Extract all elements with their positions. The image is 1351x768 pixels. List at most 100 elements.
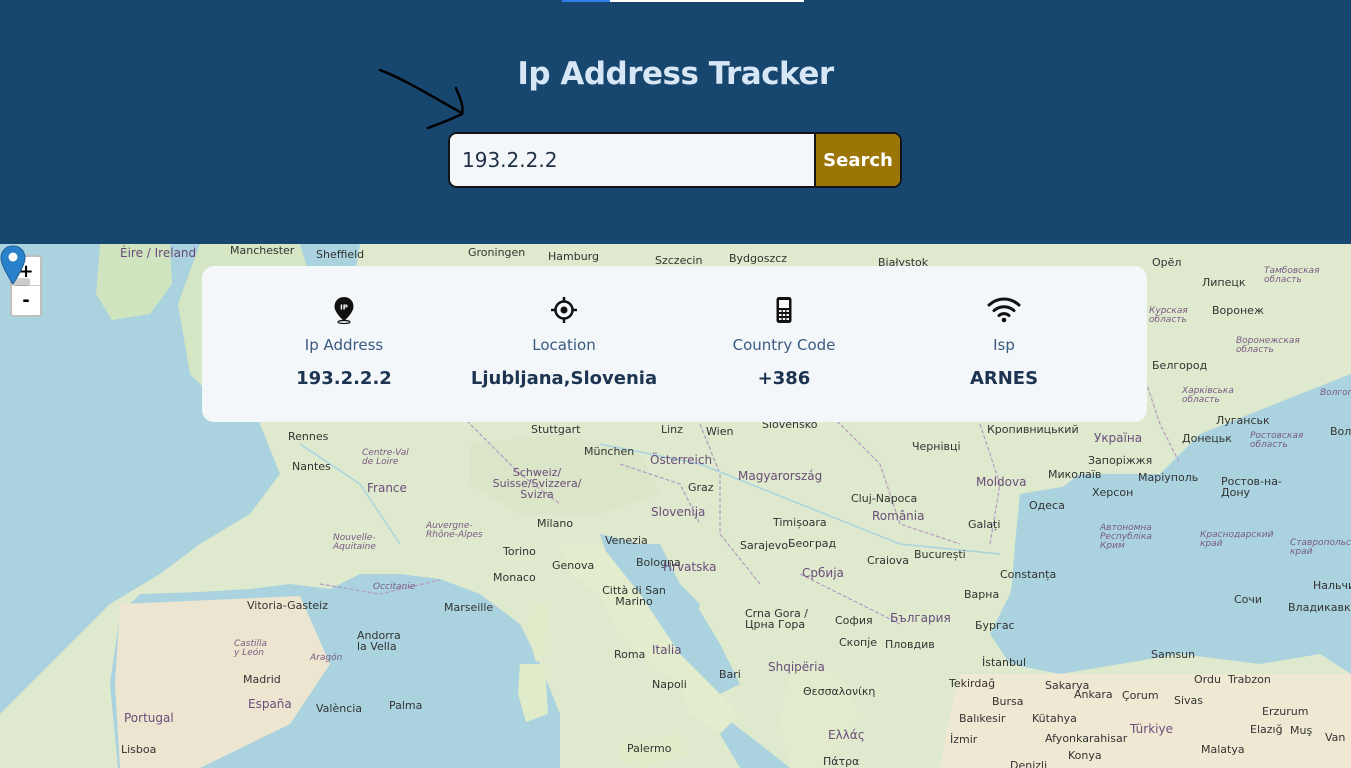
- map-label: Manchester: [230, 244, 295, 257]
- ip-search-input[interactable]: [450, 134, 814, 186]
- map-label: Genova: [552, 559, 595, 572]
- map-label: Bari: [719, 668, 741, 681]
- map-label: Орёл: [1152, 256, 1182, 269]
- zoom-out-button[interactable]: -: [12, 286, 40, 315]
- info-item-location: Location Ljubljana,Slovenia: [454, 266, 674, 422]
- map-label: România: [872, 509, 925, 523]
- map-label: Galați: [968, 518, 1001, 531]
- map-label: Trabzon: [1228, 673, 1271, 686]
- map-label: Владикавказ: [1288, 601, 1351, 614]
- info-label: Location: [532, 336, 596, 354]
- map-label: Београд: [788, 537, 837, 550]
- map-label: Graz: [688, 481, 714, 494]
- info-value: +386: [757, 368, 811, 389]
- map-label: Schweiz/ Suisse/Svizzera/ Svizra: [492, 466, 582, 501]
- map-label: Θεσσαλονίκη: [803, 685, 876, 698]
- map-label: Nantes: [292, 460, 331, 473]
- map-label: Vitoria-Gasteiz: [247, 599, 328, 612]
- map-label: Afyonkarahisar: [1045, 732, 1128, 745]
- crosshair-icon: [454, 296, 674, 324]
- map-label: Türkiye: [1130, 722, 1173, 736]
- map-label: Timișoara: [773, 516, 827, 529]
- map-label: Sheffield: [316, 248, 365, 261]
- map-label: Elazığ: [1250, 723, 1283, 736]
- map-label: București: [914, 548, 966, 561]
- map-label: Харківська область: [1182, 386, 1234, 405]
- map-label: Sivas: [1174, 694, 1204, 707]
- map-label: Воронежская область: [1236, 336, 1300, 355]
- map-label: Ordu: [1194, 673, 1221, 686]
- map-label: Автономна Республіка Крим: [1100, 523, 1152, 551]
- map-label: Белгород: [1152, 359, 1208, 372]
- map-label: Çorum: [1122, 689, 1159, 702]
- map-label: Тамбовская область: [1264, 266, 1320, 285]
- map-label: Україна: [1094, 431, 1143, 445]
- map-label: Wien: [706, 425, 734, 438]
- map-label: Чернівці: [912, 440, 961, 453]
- map-label: Castilla y León: [234, 639, 268, 658]
- map-label: Aragón: [310, 653, 343, 663]
- map-label: Rennes: [288, 430, 329, 443]
- map-label: Éire / Ireland: [120, 246, 197, 260]
- map-label: Konya: [1068, 749, 1102, 762]
- map-label: Marseille: [444, 601, 494, 614]
- map-label: Linz: [661, 423, 683, 436]
- top-strip-accent: [562, 0, 610, 2]
- map-label: Ελλάς: [828, 728, 865, 742]
- location-marker-icon[interactable]: [0, 244, 30, 288]
- map-label: Пловдив: [885, 638, 935, 651]
- map-label: София: [835, 614, 873, 627]
- map-label: Ankara: [1074, 688, 1113, 701]
- map-label: Monaco: [493, 571, 536, 584]
- map-label: Malatya: [1201, 743, 1245, 756]
- map-label: France: [367, 481, 407, 495]
- map-label: Muş: [1290, 724, 1313, 737]
- map-label: Samsun: [1151, 648, 1196, 661]
- map-label: Волгоградская: [1320, 388, 1351, 398]
- map-label: Сочи: [1234, 593, 1263, 606]
- map-label: Запоріжжя: [1088, 454, 1153, 467]
- map-label: Venezia: [605, 534, 648, 547]
- map-label: Andorra la Vella: [357, 629, 401, 653]
- map-label: Миколаїв: [1048, 468, 1102, 481]
- map-label: Tekirdağ: [949, 677, 996, 690]
- map-label: Скопје: [839, 636, 878, 649]
- map-label: Краснодарский край: [1200, 530, 1274, 549]
- map-label: Вол: [1330, 425, 1351, 438]
- info-value: ARNES: [969, 368, 1039, 389]
- map-label: İzmir: [950, 733, 978, 746]
- map-label: Österreich: [650, 453, 713, 467]
- search-button[interactable]: Search: [814, 134, 900, 186]
- map-label: Πάτρα: [823, 755, 860, 768]
- map-label: Нальчик: [1313, 579, 1351, 592]
- map-label: Ростовская область: [1250, 431, 1304, 450]
- map-label: Torino: [503, 545, 536, 558]
- map-label: Донецьк: [1182, 432, 1232, 445]
- map-label: Бургас: [975, 619, 1015, 632]
- map-label: Slovenija: [651, 505, 706, 519]
- map-label: Херсон: [1092, 486, 1134, 499]
- arrow-doodle-icon: [378, 68, 464, 130]
- info-item-isp: Isp ARNES: [894, 266, 1114, 422]
- map-label: Ставропольский край: [1290, 538, 1351, 557]
- map-label: Bursa: [992, 695, 1024, 708]
- top-strip-light: [610, 0, 804, 2]
- map-label: València: [316, 702, 363, 715]
- map-label: Луганськ: [1216, 414, 1270, 427]
- map-label: Auvergne-Rhône-Alpes: [426, 521, 483, 540]
- page-title: Ip Address Tracker: [517, 56, 834, 92]
- info-value: 193.2.2.2: [296, 368, 392, 389]
- map-label: Crna Gora / Црна Гора: [745, 607, 808, 631]
- map-label: Sarajevo: [740, 539, 789, 552]
- info-value: Ljubljana,Slovenia: [470, 368, 658, 389]
- map-label: Ростов-на-Дону: [1221, 475, 1282, 499]
- phone-icon: [674, 296, 894, 324]
- map-label: Cluj-Napoca: [851, 492, 918, 505]
- map-label: Stuttgart: [531, 423, 581, 436]
- map-label: Hamburg: [548, 250, 599, 263]
- map-label: Milano: [537, 517, 574, 530]
- map-label: Одеса: [1029, 499, 1065, 512]
- map-label: Palma: [389, 699, 423, 712]
- map-label: Курская область: [1149, 306, 1188, 325]
- map-label: Маріуполь: [1138, 471, 1199, 484]
